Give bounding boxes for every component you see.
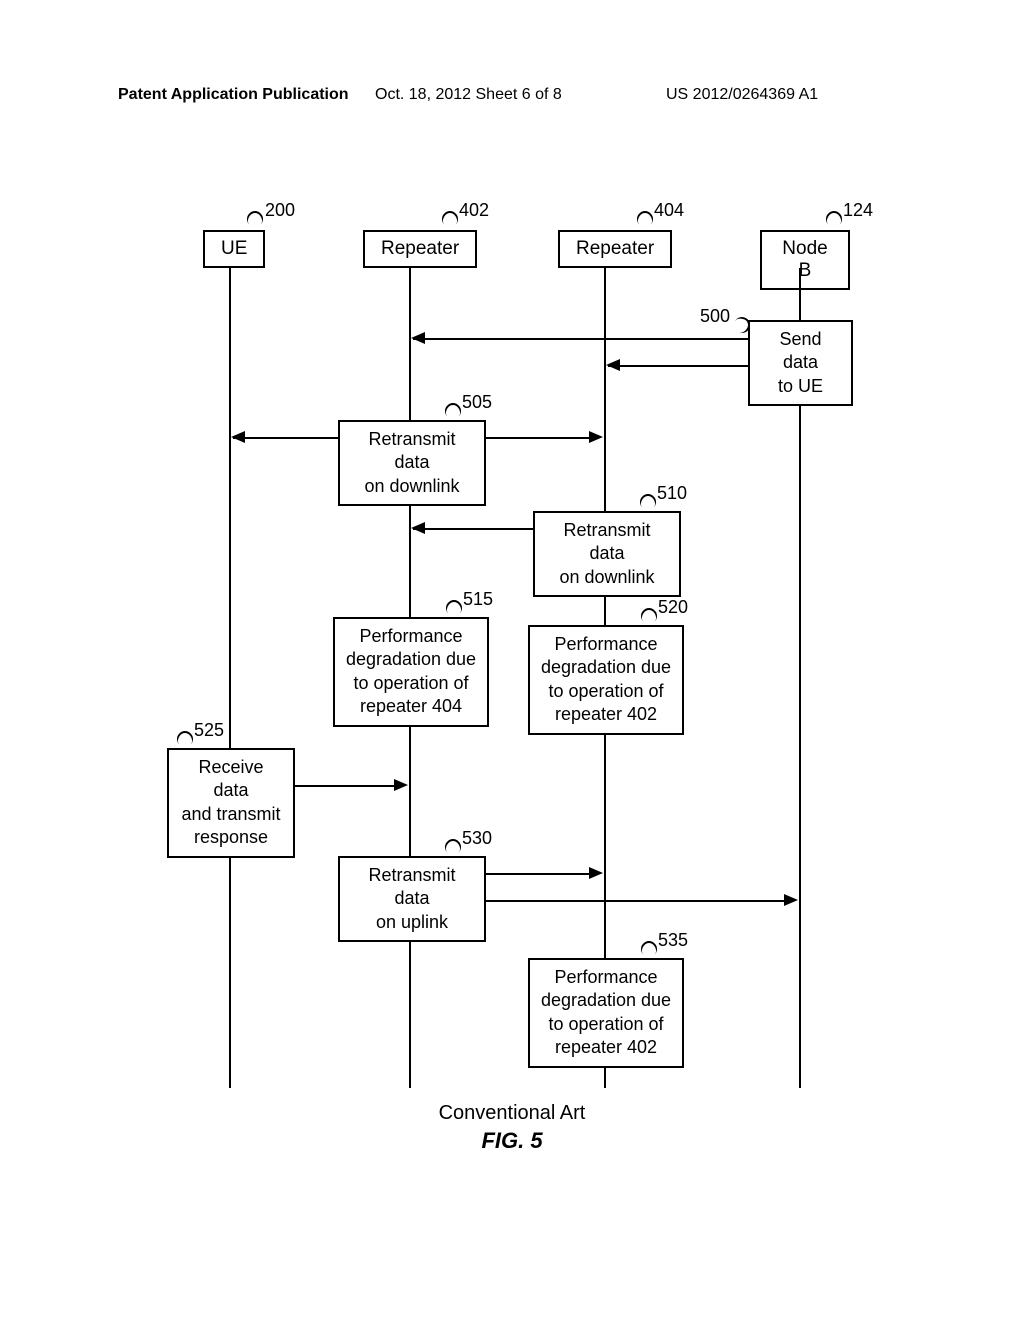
ref-curve-icon xyxy=(442,400,465,423)
entity-label: Repeater xyxy=(576,238,654,259)
box-525: Receive data and transmit response xyxy=(167,748,295,858)
entity-label: Node B xyxy=(782,238,827,281)
ref-515: 515 xyxy=(463,589,493,610)
box-520: Performance degradation due to operation… xyxy=(528,625,684,735)
arrow-head-right-icon xyxy=(589,867,603,879)
box-510: Retransmit data on downlink xyxy=(533,511,681,597)
arrow-head-right-icon xyxy=(589,431,603,443)
ref-rep1: 402 xyxy=(459,200,489,221)
box-505: Retransmit data on downlink xyxy=(338,420,486,506)
entity-label: Repeater xyxy=(381,238,459,259)
ref-curve-icon xyxy=(637,491,660,514)
ref-nodeb: 124 xyxy=(843,200,873,221)
arrow-head-left-icon xyxy=(411,522,425,534)
arrow-line xyxy=(295,785,396,787)
arrow-line xyxy=(608,365,748,367)
ref-curve-icon xyxy=(638,938,661,961)
ref-ue: 200 xyxy=(265,200,295,221)
figure-label: FIG. 5 xyxy=(0,1128,1024,1154)
ref-curve-icon xyxy=(442,836,465,859)
arrow-head-left-icon xyxy=(411,332,425,344)
ref-500: 500 xyxy=(700,306,730,327)
ref-525: 525 xyxy=(194,720,224,741)
ref-curve-icon xyxy=(174,728,197,751)
sequence-diagram: UE 200 Repeater 402 Repeater 404 Node B … xyxy=(150,220,850,1120)
arrow-head-left-icon xyxy=(231,431,245,443)
entity-ue: UE xyxy=(203,230,265,268)
footer-caption: Conventional Art xyxy=(0,1102,1024,1125)
arrow-head-right-icon xyxy=(394,779,408,791)
arrow-line xyxy=(486,900,788,902)
ref-curve-icon xyxy=(439,208,462,231)
arrow-line xyxy=(413,338,748,340)
arrow-line xyxy=(413,528,533,530)
arrow-head-left-icon xyxy=(606,359,620,371)
entity-label: UE xyxy=(221,238,247,259)
header-docnum: US 2012/0264369 A1 xyxy=(666,86,818,104)
ref-curve-icon xyxy=(634,208,657,231)
ref-505: 505 xyxy=(462,392,492,413)
box-515: Performance degradation due to operation… xyxy=(333,617,489,727)
entity-repeater1: Repeater xyxy=(363,230,477,268)
ref-530: 530 xyxy=(462,828,492,849)
ref-rep2: 404 xyxy=(654,200,684,221)
ref-510: 510 xyxy=(657,483,687,504)
box-530: Retransmit data on uplink xyxy=(338,856,486,942)
arrow-line xyxy=(486,437,591,439)
ref-curve-icon xyxy=(443,597,466,620)
arrow-line xyxy=(233,437,338,439)
box-535: Performance degradation due to operation… xyxy=(528,958,684,1068)
ref-curve-icon xyxy=(823,208,846,231)
entity-repeater2: Repeater xyxy=(558,230,672,268)
entity-nodeb: Node B xyxy=(760,230,850,290)
ref-curve-icon xyxy=(638,605,661,628)
ref-535: 535 xyxy=(658,930,688,951)
header-pub: Patent Application Publication xyxy=(118,86,349,104)
ref-520: 520 xyxy=(658,597,688,618)
arrow-line xyxy=(486,873,591,875)
box-500: Send data to UE xyxy=(748,320,853,406)
lifeline-ue xyxy=(229,268,231,1088)
header-date: Oct. 18, 2012 Sheet 6 of 8 xyxy=(375,86,562,104)
arrow-head-right-icon xyxy=(784,894,798,906)
ref-curve-icon xyxy=(244,208,267,231)
